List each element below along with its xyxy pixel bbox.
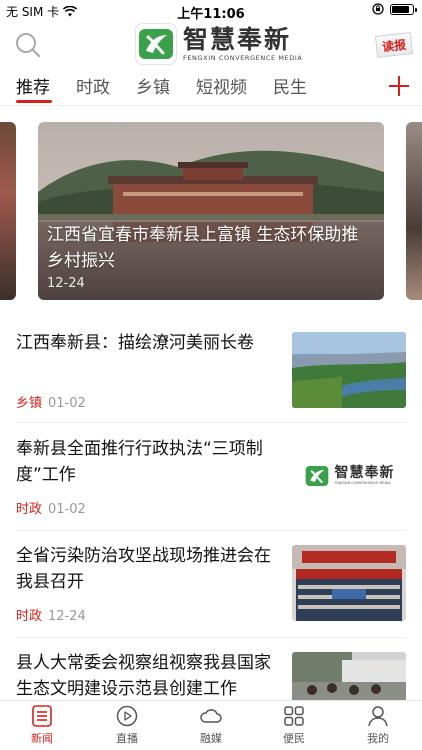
nav-services-label: 便民: [283, 732, 305, 745]
news-item[interactable]: 江西奉新县：描绘潦河美丽长卷 乡镇 01-02: [16, 330, 406, 414]
thumb-logo-subtitle: FENGXIN CONVERGENCE MEDIA: [334, 481, 391, 486]
news-divider: [16, 530, 406, 531]
news-meta: 乡镇 01-02: [16, 392, 86, 411]
carousel-slide[interactable]: 江西省宜春市奉新县上富镇 生态环保助推乡村振兴 12-24: [38, 122, 384, 300]
nav-media[interactable]: 融媒: [181, 705, 241, 746]
news-title: 奉新县全面推行行政执法“三项制度”工作: [16, 439, 263, 485]
tab-towns[interactable]: 乡镇: [136, 73, 170, 98]
news-thumbnail: 智慧奉新 FENGXIN CONVERGENCE MEDIA: [292, 438, 406, 514]
bottom-navigation: 新闻 直播 融媒 便民 我的: [0, 700, 422, 750]
nav-news[interactable]: 新闻: [12, 705, 72, 746]
add-channel-button[interactable]: [388, 71, 410, 102]
news-list-icon: [32, 705, 52, 727]
app-header: 智慧奉新 FENGXIN CONVERGENCE MEDIA 读报: [0, 22, 422, 66]
tab-livelihood[interactable]: 民生: [273, 73, 307, 98]
nav-live[interactable]: 直播: [97, 705, 157, 746]
news-title: 全省污染防治攻坚战现场推进会在我县召开: [16, 546, 271, 592]
news-tag: 乡镇: [16, 396, 43, 411]
news-thumbnail: [292, 332, 406, 408]
orientation-lock-icon: [372, 3, 384, 15]
thumb-logo-title: 智慧奉新: [334, 465, 395, 482]
battery-fill: [392, 5, 410, 13]
search-icon: [16, 33, 41, 58]
app-logo: 智慧奉新 FENGXIN CONVERGENCE MEDIA: [135, 22, 302, 66]
nav-news-label: 新闻: [31, 732, 53, 745]
nav-media-label: 融媒: [200, 732, 222, 745]
logo-title: 智慧奉新: [183, 24, 292, 54]
tab-short-video[interactable]: 短视频: [196, 73, 247, 98]
news-thumbnail: [292, 545, 406, 621]
user-icon: [368, 706, 388, 727]
slide-date: 12-24: [47, 276, 85, 291]
cloud-icon: [200, 709, 222, 723]
status-time: 上午11:06: [177, 7, 245, 22]
category-tabs: 推荐 时政 乡镇 短视频 民生: [0, 66, 422, 106]
read-paper-button[interactable]: 读报: [374, 32, 414, 58]
grid-apps-icon: [284, 706, 304, 726]
news-meta: 时政 01-02: [16, 498, 86, 517]
carousel-prev-slide[interactable]: [0, 122, 16, 300]
logo-subtitle: FENGXIN CONVERGENCE MEDIA: [183, 53, 303, 62]
news-date: 12-24: [48, 609, 86, 624]
news-date: 01-02: [48, 502, 86, 517]
headline-carousel[interactable]: 江西省宜春市奉新县上富镇 生态环保助推乡村振兴 12-24: [0, 106, 422, 316]
nav-profile-label: 我的: [367, 732, 389, 745]
news-meta: 时政 12-24: [16, 605, 86, 624]
news-date: 01-02: [48, 396, 86, 411]
nav-live-label: 直播: [116, 732, 138, 745]
logo-mark-icon: [135, 23, 177, 65]
news-item[interactable]: 全省污染防治攻坚战现场推进会在我县召开 时政 12-24: [16, 543, 406, 627]
news-item[interactable]: 奉新县全面推行行政执法“三项制度”工作 时政 01-02 智慧奉新 FENGXIN…: [16, 436, 406, 520]
status-bar: 无 SIM 卡 上午11:06: [0, 0, 422, 22]
news-tag: 时政: [16, 502, 43, 517]
tab-recommend[interactable]: 推荐: [16, 73, 50, 98]
search-button[interactable]: [14, 31, 42, 59]
slide-title: 江西省宜春市奉新县上富镇 生态环保助推乡村振兴: [47, 225, 359, 271]
news-item[interactable]: 县人大常委会视察组视察我县国家生态文明建设示范县创建工作: [16, 650, 406, 700]
news-divider: [16, 422, 406, 423]
plus-icon: [389, 76, 409, 96]
tab-politics[interactable]: 时政: [76, 73, 110, 98]
news-title: 县人大常委会视察组视察我县国家生态文明建设示范县创建工作: [16, 653, 271, 699]
active-tab-indicator: [16, 100, 52, 103]
carousel-next-slide[interactable]: [406, 122, 422, 300]
news-title: 江西奉新县：描绘潦河美丽长卷: [16, 333, 254, 353]
logo-mark-icon: [305, 466, 328, 486]
news-tag: 时政: [16, 609, 43, 624]
nav-profile[interactable]: 我的: [348, 705, 408, 746]
news-thumbnail: [292, 652, 406, 700]
news-divider: [16, 637, 406, 638]
read-paper-label: 读报: [381, 37, 407, 54]
battery-icon: [390, 3, 417, 15]
nav-services[interactable]: 便民: [264, 705, 324, 746]
play-circle-icon: [116, 705, 138, 727]
